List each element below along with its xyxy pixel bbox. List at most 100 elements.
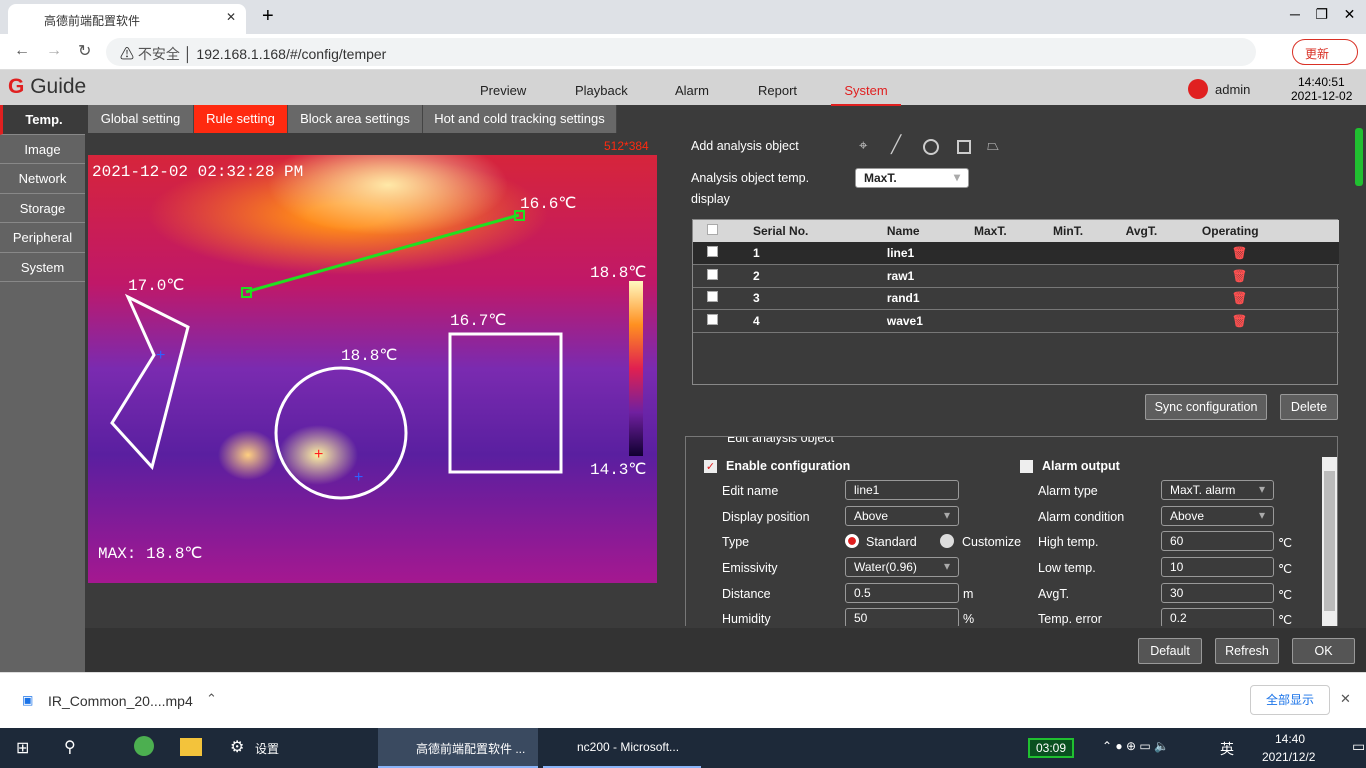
polygon-tool-icon[interactable]: ⏢ bbox=[987, 137, 999, 154]
col-name: Name bbox=[886, 220, 974, 242]
new-tab-icon[interactable]: + bbox=[262, 5, 274, 28]
app-icon[interactable] bbox=[134, 736, 154, 756]
user-menu[interactable]: admin bbox=[1215, 82, 1250, 97]
search-icon[interactable]: ⚲ bbox=[64, 737, 76, 757]
alarm-output-checkbox[interactable] bbox=[1020, 460, 1033, 473]
notification-icon[interactable]: ▭ bbox=[1352, 738, 1365, 755]
sync-configuration-button[interactable]: Sync configuration bbox=[1145, 394, 1267, 420]
taskbar-chrome[interactable]: 高德前端配置软件 ... bbox=[378, 728, 538, 768]
ime-indicator[interactable]: 英 bbox=[1220, 739, 1234, 759]
browser-tab[interactable]: 高德前端配置软件 ✕ bbox=[8, 4, 246, 34]
edit-scrollbar[interactable] bbox=[1322, 457, 1337, 626]
close-tab-icon[interactable]: ✕ bbox=[226, 10, 236, 24]
nav-system[interactable]: System bbox=[831, 83, 901, 106]
default-button[interactable]: Default bbox=[1138, 638, 1202, 664]
browser-tab-strip: 高德前端配置软件 ✕ + ─ ❐ ✕ bbox=[0, 0, 1366, 34]
col-maxt: MaxT. bbox=[974, 220, 1054, 242]
taskbar-word[interactable]: nc200 - Microsoft... bbox=[543, 728, 701, 768]
distance-input[interactable]: 0.5 bbox=[845, 583, 959, 603]
edit-name-input[interactable]: line1 bbox=[845, 480, 959, 500]
page-scrollbar[interactable] bbox=[1355, 128, 1363, 186]
ok-button[interactable]: OK bbox=[1292, 638, 1355, 664]
close-icon[interactable]: ✕ bbox=[1340, 691, 1351, 707]
clock-time: 14:40:51 bbox=[1298, 75, 1345, 89]
display-position-select[interactable]: Above bbox=[845, 506, 959, 526]
chevron-up-icon[interactable]: ⌃ bbox=[206, 691, 217, 707]
nav-alarm[interactable]: Alarm bbox=[675, 83, 709, 98]
tab-rule-setting[interactable]: Rule setting bbox=[194, 105, 288, 133]
address-bar: ← → ↻ ⚠ 不安全 │ 192.168.1.168/#/config/tem… bbox=[0, 34, 1366, 70]
circle-object bbox=[274, 366, 408, 500]
avg-temp-input[interactable]: 30 bbox=[1161, 583, 1274, 603]
alarm-type-label: Alarm type bbox=[1038, 484, 1098, 498]
emissivity-select[interactable]: Water(0.96) bbox=[845, 557, 959, 577]
standard-label: Standard bbox=[866, 535, 917, 549]
enable-label: Enable configuration bbox=[726, 459, 851, 473]
analysis-overlays[interactable]: + + + bbox=[88, 155, 657, 583]
sidebar-item-image[interactable]: Image bbox=[0, 135, 85, 164]
sidebar-item-peripheral[interactable]: Peripheral bbox=[0, 223, 85, 253]
low-temp-input[interactable]: 10 bbox=[1161, 557, 1274, 577]
point-tool-icon[interactable]: ⌖ bbox=[859, 137, 867, 154]
row-checkbox[interactable] bbox=[707, 313, 718, 325]
alarm-condition-select[interactable]: Above bbox=[1161, 506, 1274, 526]
temp-error-input[interactable]: 0.2 bbox=[1161, 608, 1274, 626]
sidebar-item-network[interactable]: Network bbox=[0, 164, 85, 194]
standard-radio[interactable] bbox=[845, 534, 859, 548]
delete-icon[interactable]: 🗑 bbox=[1201, 242, 1339, 265]
tab-block-area[interactable]: Block area settings bbox=[288, 105, 423, 133]
sidebar-item-system[interactable]: System bbox=[0, 253, 85, 282]
taskbar-time[interactable]: 14:40 bbox=[1275, 732, 1305, 746]
select-all-checkbox[interactable] bbox=[707, 224, 718, 235]
refresh-button[interactable]: Refresh bbox=[1215, 638, 1279, 664]
col-mint: MinT. bbox=[1053, 220, 1126, 242]
tab-hot-cold-tracking[interactable]: Hot and cold tracking settings bbox=[423, 105, 617, 133]
circle-tool-icon[interactable] bbox=[923, 139, 939, 155]
taskbar-settings[interactable]: 设置 bbox=[255, 740, 279, 757]
nav-playback[interactable]: Playback bbox=[575, 83, 628, 98]
col-operating: Operating bbox=[1201, 220, 1339, 242]
nav-preview[interactable]: Preview bbox=[480, 83, 526, 98]
sidebar-item-temp[interactable]: Temp. bbox=[0, 105, 85, 135]
show-all-button[interactable]: 全部显示 bbox=[1250, 685, 1330, 715]
tray-icons[interactable]: ⌃ ● ⊕ ▭ 🔈 bbox=[1102, 739, 1169, 753]
rect-tool-icon[interactable] bbox=[957, 140, 971, 154]
forward-icon[interactable]: → bbox=[46, 42, 62, 60]
enable-checkbox[interactable]: ✓ bbox=[704, 460, 717, 473]
alarm-output-label: Alarm output bbox=[1042, 459, 1120, 473]
update-button[interactable]: 更新 bbox=[1292, 39, 1358, 65]
row-checkbox[interactable] bbox=[707, 246, 718, 257]
line-tool-icon[interactable]: ╱ bbox=[891, 135, 901, 155]
delete-button[interactable]: Delete bbox=[1280, 394, 1338, 420]
table-row[interactable]: 2 raw1 🗑 bbox=[693, 264, 1339, 288]
delete-icon[interactable]: 🗑 bbox=[1201, 264, 1339, 288]
table-row[interactable]: 4 wave1 🗑 bbox=[693, 309, 1339, 333]
high-temp-input[interactable]: 60 bbox=[1161, 531, 1274, 551]
delete-icon[interactable]: 🗑 bbox=[1201, 309, 1339, 333]
reload-icon[interactable]: ↻ bbox=[78, 41, 91, 61]
row-checkbox[interactable] bbox=[707, 268, 718, 280]
row-checkbox[interactable] bbox=[707, 291, 718, 303]
folder-icon[interactable] bbox=[180, 738, 202, 756]
customize-radio[interactable] bbox=[940, 534, 954, 548]
table-row[interactable]: 3 rand1 🗑 bbox=[693, 287, 1339, 310]
taskbar-date[interactable]: 2021/12/2 bbox=[1262, 750, 1315, 764]
col-serial: Serial No. bbox=[753, 220, 887, 242]
window-controls[interactable]: ─ ❐ ✕ bbox=[1290, 6, 1355, 23]
humidity-input[interactable]: 50 bbox=[845, 608, 959, 626]
temp-display-select[interactable]: MaxT. bbox=[855, 168, 969, 188]
table-row[interactable]: 1 line1 🗑 bbox=[693, 242, 1339, 265]
start-icon[interactable]: ⊞ bbox=[16, 738, 29, 758]
sidebar-item-storage[interactable]: Storage bbox=[0, 194, 85, 223]
rect-object bbox=[448, 332, 563, 474]
tab-global-setting[interactable]: Global setting bbox=[88, 105, 194, 133]
max-marker: + bbox=[314, 446, 323, 463]
delete-icon[interactable]: 🗑 bbox=[1201, 287, 1339, 310]
download-item[interactable]: IR_Common_20....mp4 bbox=[48, 693, 193, 709]
edit-legend: Edit analysis object bbox=[722, 437, 840, 445]
thermal-image[interactable]: 2021-12-02 02:32:28 PM 16.6℃ 17.0℃ 18.8℃… bbox=[88, 155, 657, 583]
url-input[interactable]: ⚠ 不安全 │ 192.168.1.168/#/config/temper bbox=[106, 38, 1256, 66]
alarm-type-select[interactable]: MaxT. alarm bbox=[1161, 480, 1274, 500]
nav-report[interactable]: Report bbox=[758, 83, 797, 98]
back-icon[interactable]: ← bbox=[14, 42, 30, 60]
